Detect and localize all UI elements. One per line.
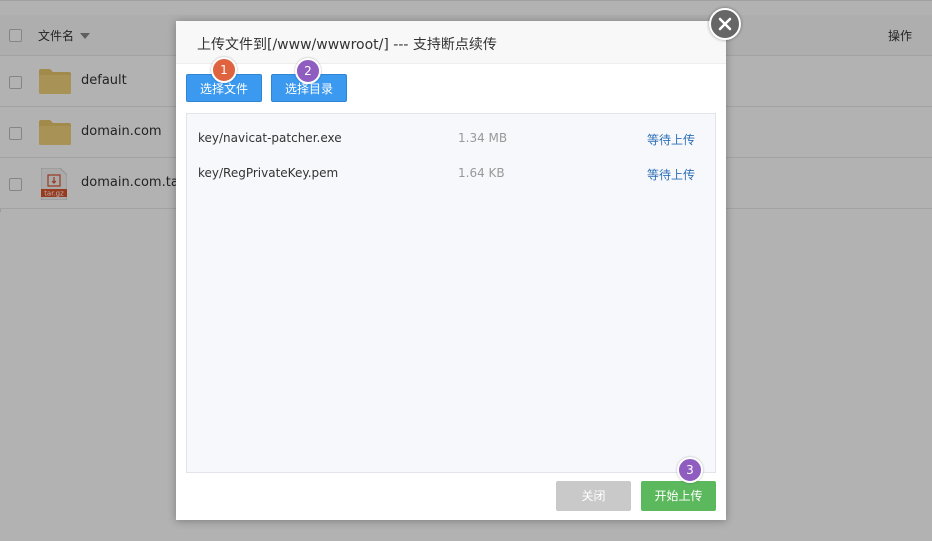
- list-item: key/RegPrivateKey.pem 1.64 KB 等待上传: [187, 159, 715, 189]
- upload-file-name: key/RegPrivateKey.pem: [198, 166, 339, 180]
- start-upload-button[interactable]: 开始上传: [641, 481, 716, 511]
- page: 文件名 操作 default domain.com tar.gz domain.…: [0, 0, 932, 541]
- upload-file-size: 1.64 KB: [458, 166, 505, 180]
- step-badge-2: 2: [295, 58, 321, 84]
- step-badge-3: 3: [677, 457, 703, 483]
- upload-dialog: 上传文件到[/www/wwwroot/] --- 支持断点续传 选择文件 选择目…: [176, 21, 726, 520]
- dialog-title: 上传文件到[/www/wwwroot/] --- 支持断点续传: [197, 37, 497, 53]
- dialog-header: 上传文件到[/www/wwwroot/] --- 支持断点续传: [176, 21, 726, 64]
- close-icon: [718, 17, 732, 31]
- upload-status: 等待上传: [647, 168, 696, 182]
- list-item: key/navicat-patcher.exe 1.34 MB 等待上传: [187, 124, 715, 154]
- step-badge-1: 1: [211, 57, 237, 83]
- dialog-close-button[interactable]: [709, 8, 741, 40]
- upload-file-list: key/navicat-patcher.exe 1.34 MB 等待上传 key…: [186, 113, 716, 473]
- close-button[interactable]: 关闭: [556, 481, 631, 511]
- upload-status: 等待上传: [647, 133, 696, 147]
- upload-file-name: key/navicat-patcher.exe: [198, 131, 342, 145]
- upload-file-size: 1.34 MB: [458, 131, 508, 145]
